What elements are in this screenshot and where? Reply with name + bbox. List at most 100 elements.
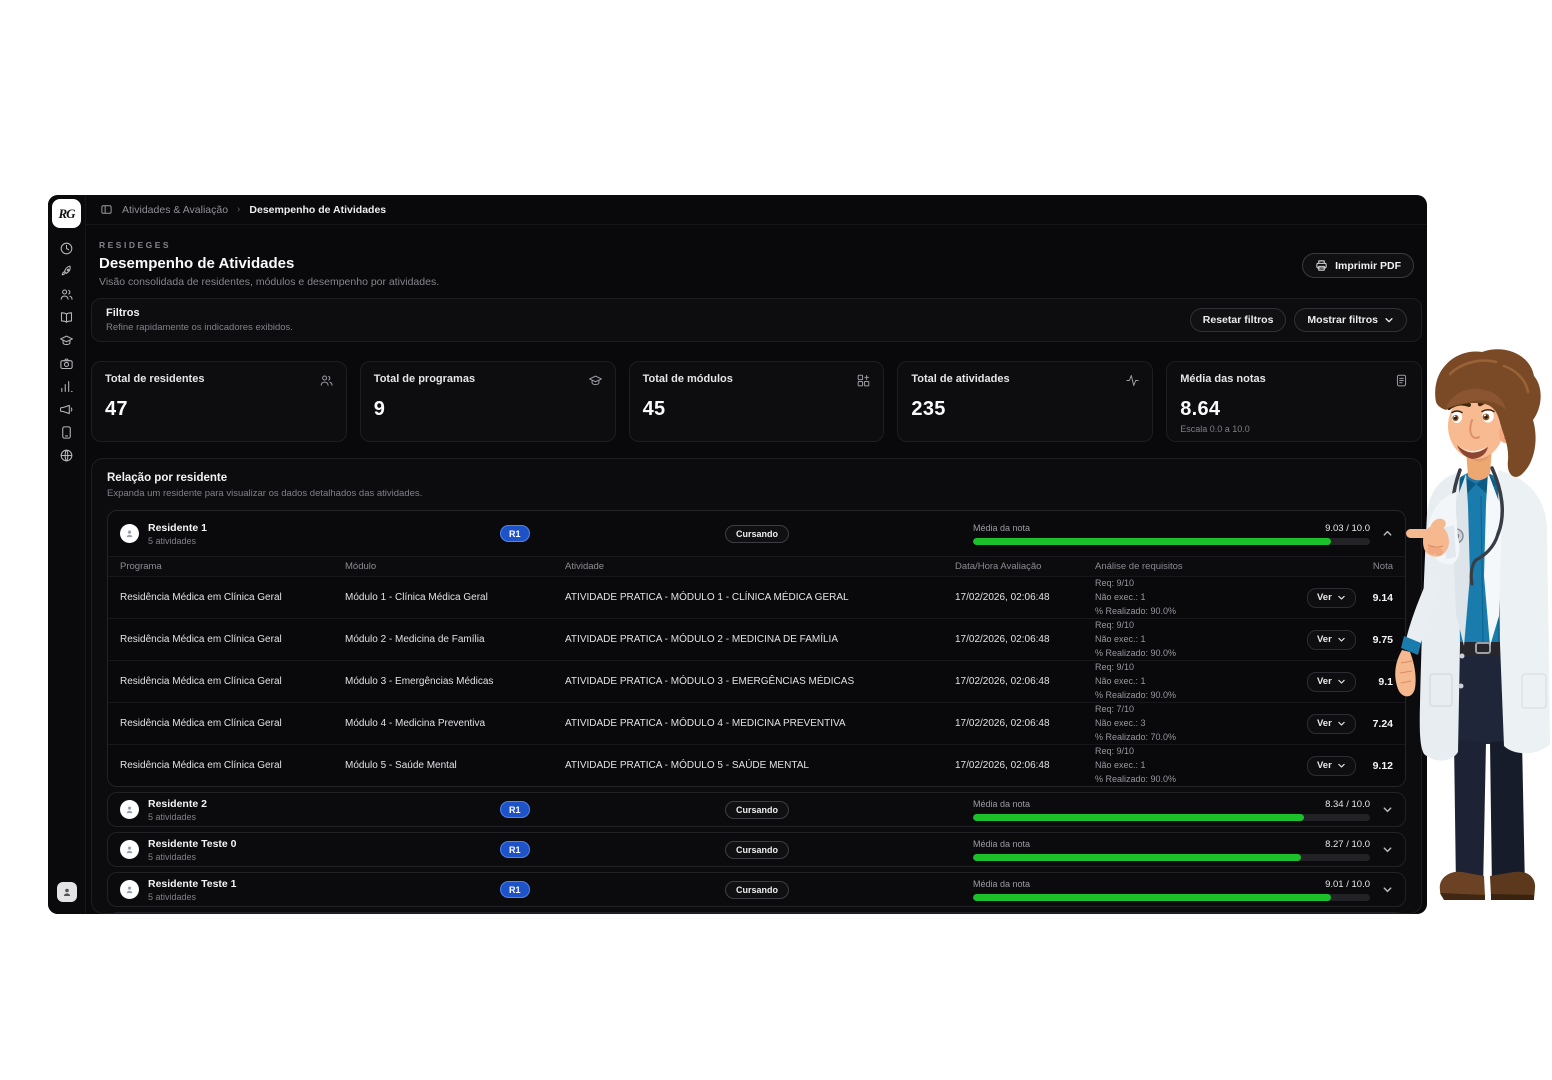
stat-card-modulos: Total de módulos 45 [629, 361, 885, 442]
cell-atividade: ATIVIDADE PRATICA - MÓDULO 3 - EMERGÊNCI… [565, 676, 955, 687]
megaphone-icon [59, 402, 74, 417]
user-avatar[interactable] [57, 882, 77, 902]
resident-row-collapsed[interactable]: Residente Teste 1 5 atividades R1 Cursan… [107, 872, 1406, 907]
book-open-icon [59, 310, 74, 325]
dashboard-window: RG Atividades & Avaliação › Desempenho d… [48, 195, 1427, 914]
users-icon [59, 287, 74, 302]
rocket-icon [59, 264, 74, 279]
cell-atividade: ATIVIDADE PRATICA - MÓDULO 5 - SAÚDE MEN… [565, 760, 955, 771]
breadcrumb-section[interactable]: Atividades & Avaliação [122, 204, 228, 216]
stat-card-atividades: Total de atividades 235 [897, 361, 1153, 442]
print-pdf-button[interactable]: Imprimir PDF [1302, 253, 1414, 278]
activity-icon [1125, 373, 1140, 388]
person-icon [124, 528, 135, 539]
cell-atividade: ATIVIDADE PRATICA - MÓDULO 4 - MEDICINA … [565, 718, 955, 729]
filters-subtitle: Refine rapidamente os indicadores exibid… [106, 322, 293, 333]
topbar: Atividades & Avaliação › Desempenho de A… [86, 195, 1427, 225]
printer-icon [1315, 259, 1328, 272]
app-logo[interactable]: RG [52, 199, 81, 228]
cell-data: 17/02/2026, 02:06:48 [955, 634, 1095, 645]
resident-name: Residente Teste 0 [148, 838, 237, 850]
score-value: 8.34 / 10.0 [1325, 799, 1370, 810]
level-badge: R1 [500, 801, 530, 818]
section-subtitle: Expanda um residente para visualizar os … [107, 488, 1406, 499]
resident-name: Residente 2 [148, 798, 207, 810]
cell-analise: Req: 9/10Não exec.: 1% Realizado: 90.0% [1095, 577, 1307, 619]
users-icon [319, 373, 334, 388]
cell-modulo: Módulo 4 - Medicina Preventiva [345, 718, 565, 729]
cell-programa: Residência Médica em Clínica Geral [120, 760, 345, 771]
filters-card: Filtros Refine rapidamente os indicadore… [91, 298, 1422, 342]
ver-button[interactable]: Ver [1307, 714, 1356, 734]
ver-button[interactable]: Ver [1307, 756, 1356, 776]
sidebar-item-rocket[interactable] [56, 264, 78, 279]
cell-modulo: Módulo 1 - Clínica Médica Geral [345, 592, 565, 603]
person-icon [61, 886, 73, 898]
level-badge: R1 [500, 525, 530, 542]
reset-filters-button[interactable]: Resetar filtros [1190, 308, 1287, 332]
cell-data: 17/02/2026, 02:06:48 [955, 592, 1095, 603]
ver-button[interactable]: Ver [1307, 672, 1356, 692]
resident-row-collapsed[interactable]: Residente 2 5 atividades R1 Cursando Méd… [107, 792, 1406, 827]
sidebar-item-clock[interactable] [56, 241, 78, 256]
level-badge: R1 [500, 841, 530, 858]
cell-programa: Residência Médica em Clínica Geral [120, 592, 345, 603]
globe-icon [59, 448, 74, 463]
panel-toggle-icon[interactable] [100, 203, 113, 216]
table-header-row: Programa Módulo Atividade Data/Hora Aval… [108, 556, 1405, 576]
score-value: 9.01 / 10.0 [1325, 879, 1370, 890]
cell-programa: Residência Médica em Clínica Geral [120, 634, 345, 645]
resident-row-cutoff [107, 912, 1406, 914]
section-title: Relação por residente [107, 472, 1406, 484]
chevron-down-icon [1337, 761, 1346, 770]
score-progress-track [973, 538, 1370, 545]
sidebar-item-announcements[interactable] [56, 402, 78, 417]
level-badge: R1 [500, 881, 530, 898]
sidebar-item-book[interactable] [56, 310, 78, 325]
score-value: 9.03 / 10.0 [1325, 523, 1370, 534]
clipboard-icon [59, 425, 74, 440]
score-progress-track [973, 894, 1370, 901]
score-progress-track [973, 854, 1370, 861]
resident-activities-count: 5 atividades [148, 536, 207, 546]
resident-avatar [120, 840, 139, 859]
ver-button[interactable]: Ver [1307, 630, 1356, 650]
sidebar-item-clipboard[interactable] [56, 425, 78, 440]
stat-value: 45 [643, 398, 871, 421]
filters-title: Filtros [106, 307, 293, 319]
chevron-down-icon [1384, 315, 1394, 325]
cell-data: 17/02/2026, 02:06:48 [955, 760, 1095, 771]
sidebar-item-camera[interactable] [56, 356, 78, 371]
main-area: Atividades & Avaliação › Desempenho de A… [86, 195, 1427, 914]
stats-row: Total de residentes 47 Total de programa… [91, 361, 1422, 442]
cell-modulo: Módulo 3 - Emergências Médicas [345, 676, 565, 687]
sidebar-item-graduation[interactable] [56, 333, 78, 348]
breadcrumb-page: Desempenho de Atividades [249, 204, 386, 216]
graduation-cap-icon [59, 333, 74, 348]
resident-activities-count: 5 atividades [148, 892, 237, 902]
show-filters-button[interactable]: Mostrar filtros [1294, 308, 1407, 332]
cell-analise: Req: 9/10Não exec.: 1% Realizado: 90.0% [1095, 619, 1307, 661]
cell-analise: Req: 7/10Não exec.: 3% Realizado: 70.0% [1095, 703, 1307, 745]
score-value: 8.27 / 10.0 [1325, 839, 1370, 850]
sidebar-item-reports[interactable] [56, 379, 78, 394]
camera-icon [59, 356, 74, 371]
person-icon [124, 844, 135, 855]
resident-name: Residente Teste 1 [148, 878, 237, 890]
cell-modulo: Módulo 5 - Saúde Mental [345, 760, 565, 771]
resident-avatar [120, 524, 139, 543]
sidebar-item-globe[interactable] [56, 448, 78, 463]
score-label: Média da nota [973, 523, 1325, 533]
resident-row-header[interactable]: Residente 1 5 atividades R1 Cursando Méd… [108, 511, 1405, 556]
stat-value: 235 [911, 398, 1139, 421]
resident-avatar [120, 800, 139, 819]
sidebar-item-users[interactable] [56, 287, 78, 302]
sidebar: RG [48, 195, 86, 914]
stat-value: 8.64 [1180, 398, 1408, 421]
ver-button[interactable]: Ver [1307, 588, 1356, 608]
resident-row-collapsed[interactable]: Residente Teste 0 5 atividades R1 Cursan… [107, 832, 1406, 867]
cell-atividade: ATIVIDADE PRATICA - MÓDULO 2 - MEDICINA … [565, 634, 955, 645]
blocks-icon [856, 373, 871, 388]
page-title: Desempenho de Atividades [99, 255, 1414, 272]
stat-note: Escala 0.0 a 10.0 [1180, 424, 1408, 434]
